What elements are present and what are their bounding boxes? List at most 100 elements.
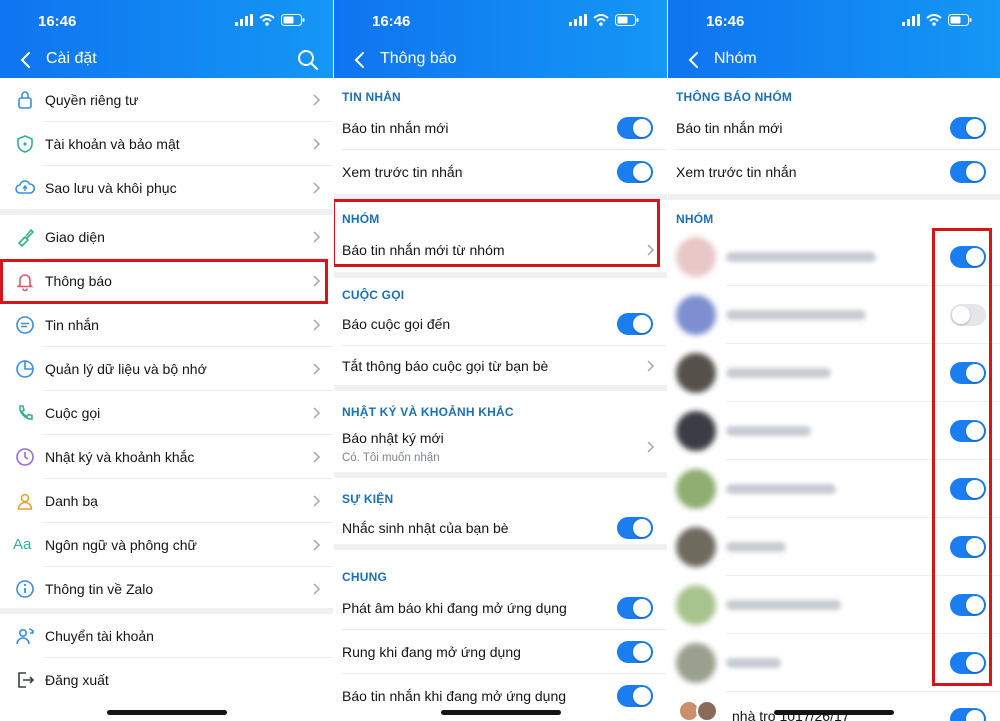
group-avatar [676,295,716,335]
page-title: Thông báo [380,50,457,67]
clock-icon [16,448,34,466]
settings-group-session: Chuyển tài khoản Đăng xuất [0,614,333,721]
section-header: NHÓM [342,212,380,226]
group-avatar [676,585,716,625]
shield-icon [17,135,33,153]
group-row-last: nhà trọ 1017/26/17 [668,692,1000,721]
settings-item-contacts[interactable]: Danh bạ [0,479,333,523]
settings-item-calls[interactable]: Cuộc gọi [0,391,333,435]
chevron-right-icon [647,441,655,453]
row-disable-friend-calls[interactable]: Tắt thông báo cuộc gọi từ bạn bè [334,344,667,388]
home-indicator [440,710,561,715]
settings-item-notifications[interactable]: Thông báo [0,259,333,303]
font-icon: Aa [13,536,32,553]
group-toggle[interactable] [950,594,986,616]
section-journal: NHẬT KÝ VÀ KHOẢNH KHẮC Báo nhật ký mới C… [334,391,667,472]
toggle-sound-in-app[interactable] [617,597,653,619]
search-icon[interactable] [297,49,319,71]
settings-screen: 16:46 Cài đặt Quyền riêng tư Tài khoản v… [0,0,333,721]
chevron-right-icon [313,451,321,463]
phone-icon [19,405,33,420]
group-toggle[interactable] [950,536,986,558]
group-toggle[interactable] [950,362,986,384]
group-row [668,460,1000,518]
group-toggle[interactable] [950,304,986,326]
settings-item-privacy[interactable]: Quyền riêng tư [0,78,333,122]
row-new-message: Báo tin nhắn mới [334,106,667,150]
battery-icon [948,14,972,26]
section-header: NHÓM [676,212,714,226]
chevron-right-icon [313,275,321,287]
section-header: THÔNG BÁO NHÓM [676,90,793,104]
settings-item-logout[interactable]: Đăng xuất [0,658,333,702]
group-toggle[interactable] [950,420,986,442]
status-time: 16:46 [38,13,77,30]
chevron-right-icon [647,244,655,256]
status-icons [902,14,972,26]
status-time: 16:46 [706,13,745,30]
group-avatar [676,411,716,451]
row-group-messages[interactable]: Báo tin nhắn mới từ nhóm [334,228,667,272]
group-toggle[interactable] [950,652,986,674]
settings-item-about[interactable]: Thông tin về Zalo [0,567,333,611]
settings-item-data-storage[interactable]: Quản lý dữ liệu và bộ nhớ [0,347,333,391]
section-messages: TIN NHẮN Báo tin nhắn mới Xem trước tin … [334,78,667,194]
toggle-new-message[interactable] [617,117,653,139]
settings-header: 16:46 Cài đặt [0,0,333,78]
group-avatar [676,643,716,683]
settings-item-appearance[interactable]: Giao diện [0,215,333,259]
chevron-right-icon [647,360,655,372]
settings-item-journal[interactable]: Nhật ký và khoảnh khắc [0,435,333,479]
brush-icon [17,228,35,248]
wifi-icon [259,14,275,26]
toggle-vibrate-in-app[interactable] [617,641,653,663]
chat-icon [16,316,34,334]
group-avatar [676,237,716,277]
back-arrow-icon[interactable] [686,49,702,71]
wifi-icon [926,14,942,26]
wifi-icon [593,14,609,26]
contact-icon [17,493,33,510]
group-notifications-screen: 16:46 Nhóm THÔNG BÁO NHÓM Báo tin nhắn m… [668,0,1000,721]
section-header: SỰ KIỆN [342,492,394,506]
home-indicator [774,710,894,715]
group-avatar [676,469,716,509]
group-toggle[interactable] [950,246,986,268]
group-toggle[interactable] [950,478,986,500]
section-header: NHẬT KÝ VÀ KHOẢNH KHẮC [342,405,514,419]
chevron-right-icon [313,94,321,106]
settings-item-account-security[interactable]: Tài khoản và bảo mật [0,122,333,166]
settings-item-backup[interactable]: Sao lưu và khôi phục [0,166,333,210]
bell-icon [16,274,34,292]
group-toggle[interactable] [950,708,986,721]
settings-item-messages[interactable]: Tin nhắn [0,303,333,347]
row-preview-message: Xem trước tin nhắn [334,150,667,194]
back-arrow-icon[interactable] [352,49,368,71]
signal-icon [569,14,587,26]
toggle-notify-in-app[interactable] [617,685,653,707]
signal-icon [902,14,920,26]
settings-group-account: Quyền riêng tư Tài khoản và bảo mật Sao … [0,78,333,209]
back-arrow-icon[interactable] [18,49,34,71]
settings-group-app: Giao diện Thông báo Tin nhắn Quản lý dữ … [0,215,333,608]
toggle-group-new-message[interactable] [950,117,986,139]
chevron-right-icon [313,495,321,507]
chevron-right-icon [313,363,321,375]
battery-icon [281,14,305,26]
toggle-preview-message[interactable] [617,161,653,183]
row-new-journal[interactable]: Báo nhật ký mới Có. Tôi muốn nhận [334,421,667,469]
chevron-right-icon [313,231,321,243]
settings-item-language[interactable]: Aa Ngôn ngữ và phông chữ [0,523,333,567]
group-row [668,576,1000,634]
toggle-birthday[interactable] [617,517,653,539]
row-group-preview: Xem trước tin nhắn [668,150,1000,194]
group-row [668,402,1000,460]
chevron-right-icon [313,319,321,331]
settings-item-switch-account[interactable]: Chuyển tài khoản [0,614,333,658]
status-time: 16:46 [372,13,411,30]
toggle-incoming-call[interactable] [617,313,653,335]
row-vibrate-in-app: Rung khi đang mở ứng dụng [334,630,667,674]
section-group-list: NHÓM nhà trọ [668,200,1000,721]
toggle-group-preview[interactable] [950,161,986,183]
page-title: Cài đặt [46,50,97,67]
